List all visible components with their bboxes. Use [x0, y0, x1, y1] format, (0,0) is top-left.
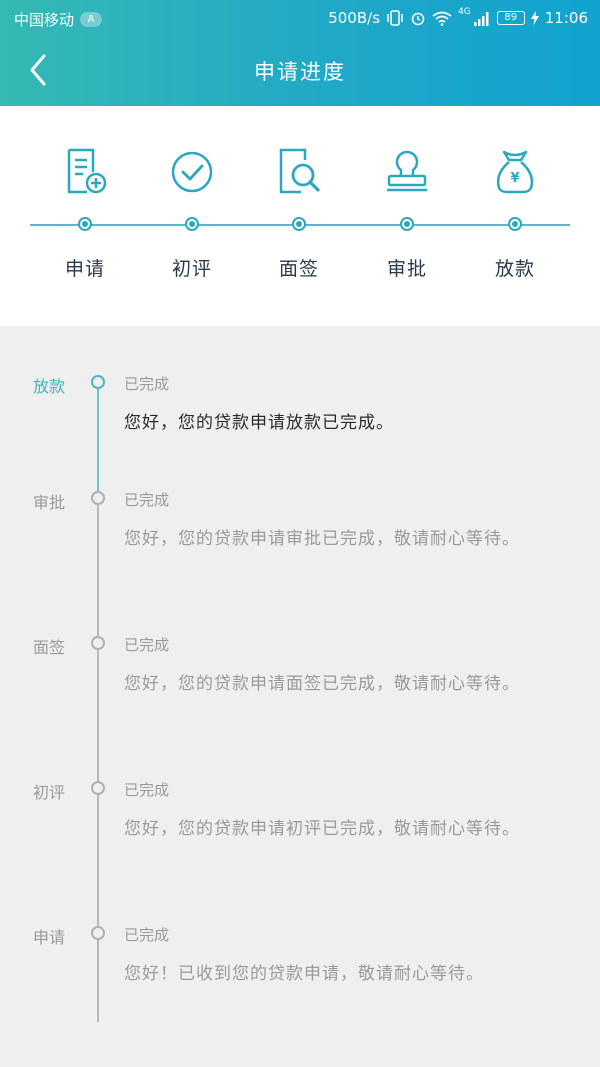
- timeline-message: 您好，您的贷款申请面签已完成，敬请耐心等待。: [124, 674, 520, 694]
- search-document-icon: [279, 148, 320, 194]
- progress-steps: 申请 初评 面签 审批 ¥ 放款: [0, 106, 600, 326]
- timeline-status: 已完成: [124, 636, 170, 654]
- timeline-message: 您好，您的贷款申请审批已完成，敬请耐心等待。: [124, 529, 520, 549]
- timeline-step-name: 申请: [33, 928, 66, 947]
- step-loan-release: ¥ 放款: [475, 146, 555, 280]
- stamp-icon: [387, 150, 427, 192]
- timeline-line-active: [97, 389, 99, 491]
- document-add-icon: [67, 148, 107, 194]
- clock: 11:06: [544, 9, 588, 27]
- timeline-node: [91, 781, 105, 795]
- carrier-name: 中国移动: [14, 11, 75, 29]
- check-circle-icon: [171, 151, 213, 193]
- step-dot: [78, 217, 92, 231]
- header-bar: 中国移动 A 500B/s 4G 89 11:06 申请进度: [0, 0, 600, 106]
- timeline-node: [91, 491, 105, 505]
- timeline-message: 您好！已收到您的贷款申请，敬请耐心等待。: [124, 964, 484, 984]
- wifi-icon: [432, 11, 452, 26]
- battery-level: 89: [496, 11, 525, 25]
- vibrate-icon: [387, 10, 403, 26]
- step-dot: [508, 217, 522, 231]
- timeline-node: [91, 375, 105, 389]
- network-type: 4G: [458, 7, 471, 17]
- step-dot: [185, 217, 199, 231]
- timeline-status: 已完成: [124, 491, 170, 509]
- carrier-badge: A: [80, 12, 103, 27]
- timeline-step-name: 面签: [33, 638, 66, 657]
- step-label: 面签: [278, 258, 319, 280]
- timeline-step-name: 放款: [33, 377, 66, 396]
- step-dot: [400, 217, 414, 231]
- timeline-message: 您好，您的贷款申请放款已完成。: [124, 413, 394, 433]
- timeline-step-name: 初评: [33, 783, 66, 802]
- step-initial-review: 初评: [152, 146, 232, 280]
- network-speed: 500B/s: [328, 9, 381, 27]
- step-dot: [292, 217, 306, 231]
- timeline-status: 已完成: [124, 781, 170, 799]
- signal-icon: [473, 11, 489, 26]
- step-label: 放款: [494, 258, 535, 280]
- step-label: 申请: [64, 258, 105, 280]
- charging-icon: [530, 11, 539, 25]
- step-label: 审批: [386, 258, 427, 280]
- timeline-node: [91, 636, 105, 650]
- nav-bar: 申请进度: [0, 40, 600, 100]
- svg-text:¥: ¥: [510, 171, 519, 186]
- step-apply: 申请: [45, 146, 125, 280]
- timeline-status: 已完成: [124, 375, 170, 393]
- timeline-message: 您好，您的贷款申请初评已完成，敬请耐心等待。: [124, 819, 520, 839]
- status-bar: 中国移动 A 500B/s 4G 89 11:06: [0, 0, 600, 36]
- timeline-line: [97, 498, 99, 1022]
- alarm-icon: [411, 12, 425, 26]
- timeline-status: 已完成: [124, 926, 170, 944]
- money-bag-icon: ¥: [496, 150, 534, 194]
- timeline-step-name: 审批: [33, 493, 66, 512]
- progress-timeline: 放款 已完成 您好，您的贷款申请放款已完成。 审批 已完成 您好，您的贷款申请审…: [0, 326, 600, 1067]
- page-title: 申请进度: [254, 60, 346, 84]
- step-label: 初评: [171, 258, 212, 280]
- step-approval: 审批: [367, 146, 447, 280]
- timeline-node: [91, 926, 105, 940]
- step-interview: 面签: [259, 146, 339, 280]
